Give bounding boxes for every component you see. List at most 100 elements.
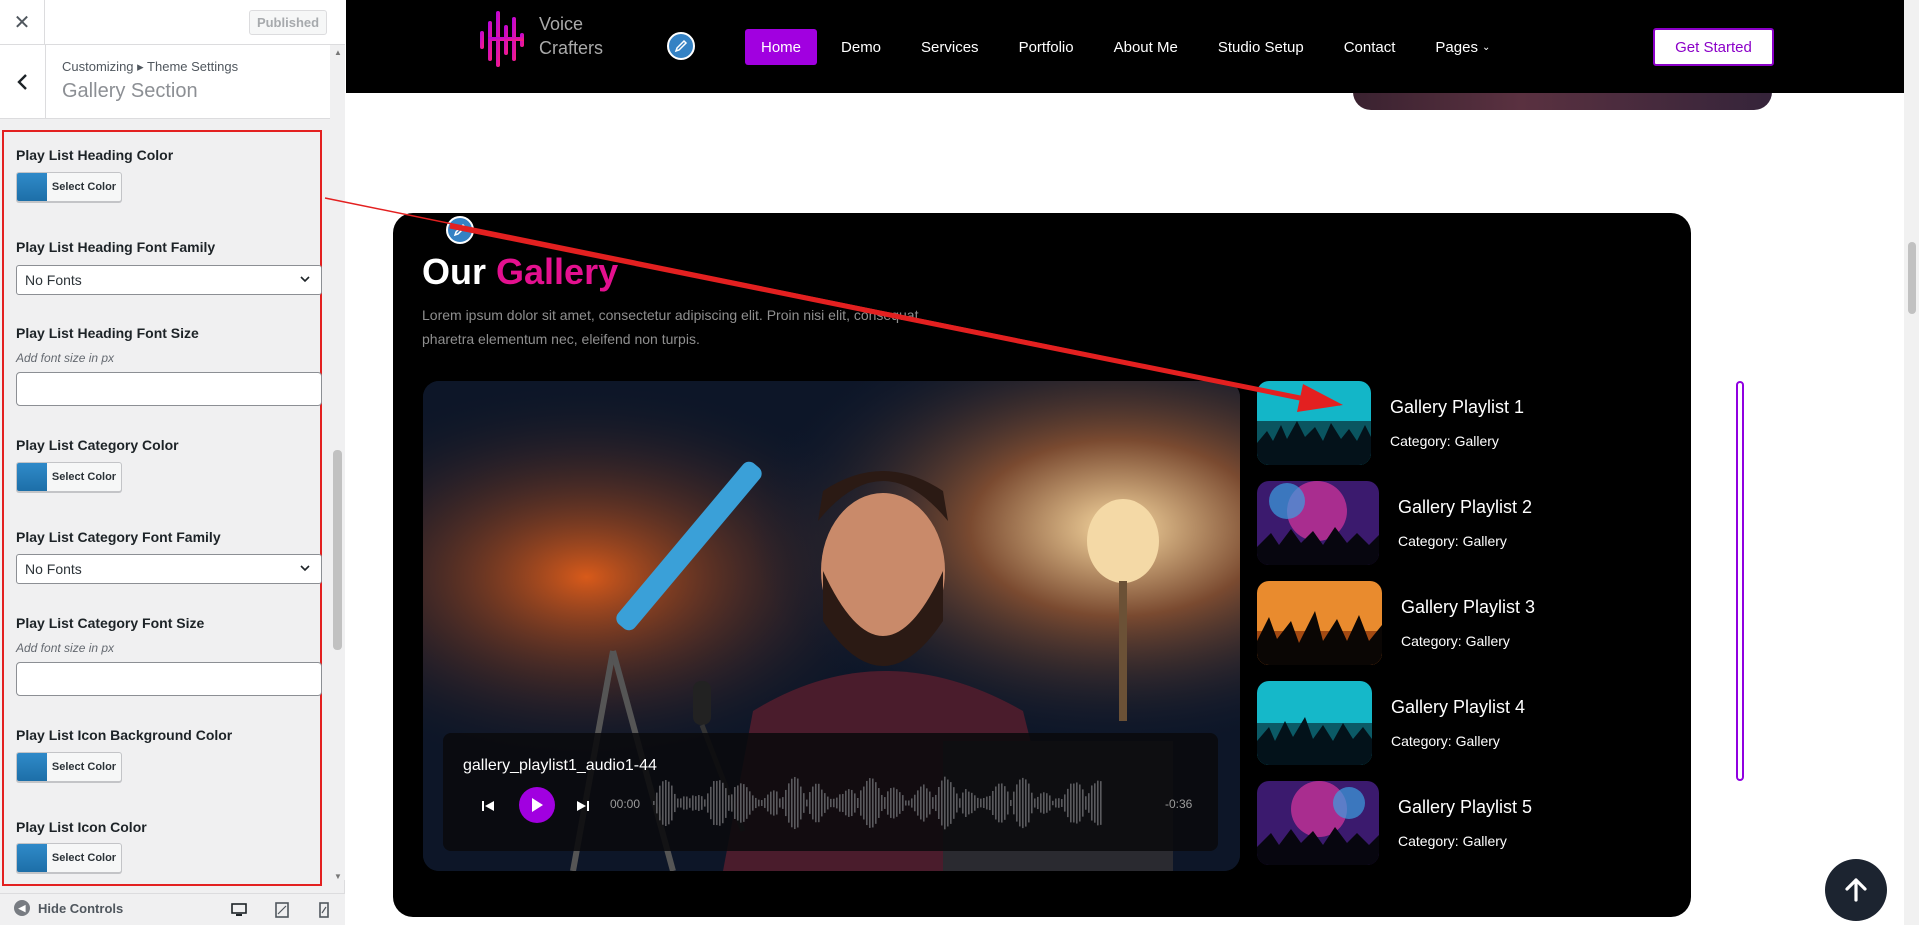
- playlist-category: Category: Gallery: [1390, 433, 1499, 449]
- waveform-bar: [806, 799, 808, 807]
- playlist-icon-color-picker[interactable]: Select Color: [16, 843, 122, 873]
- nav-pages[interactable]: Pages ⌄: [1419, 29, 1506, 65]
- waveform-bar: [671, 785, 673, 821]
- color-swatch: [17, 463, 47, 491]
- waveform-bar: [980, 798, 982, 808]
- nav-portfolio[interactable]: Portfolio: [1003, 29, 1090, 65]
- playlist-category-font-size-label: Play List Category Font Size: [16, 615, 205, 631]
- edit-shortcut-button[interactable]: [667, 32, 695, 60]
- gallery-section: Our Gallery Lorem ipsum dolor sit amet, …: [393, 213, 1691, 917]
- playlist-icon-bg-color-picker[interactable]: Select Color: [16, 752, 122, 782]
- playlist-thumbnail: [1257, 381, 1371, 465]
- playlist-item[interactable]: Gallery Playlist 2 Category: Gallery: [1257, 481, 1557, 565]
- playlist-item[interactable]: Gallery Playlist 5 Category: Gallery: [1257, 781, 1557, 865]
- pencil-icon: [453, 223, 467, 237]
- waveform-bar: [899, 792, 901, 814]
- hide-controls-label: Hide Controls: [38, 900, 124, 916]
- nav-services[interactable]: Services: [905, 29, 995, 65]
- skip-back-icon[interactable]: [481, 799, 495, 813]
- published-button[interactable]: Published: [249, 10, 327, 35]
- playlist-scrollbar-thumb[interactable]: [1736, 381, 1744, 781]
- arrow-left-circle-icon: ◀: [14, 900, 30, 916]
- playlist-category: Category: Gallery: [1401, 633, 1510, 649]
- waveform-bar: [689, 798, 691, 808]
- close-customizer-button[interactable]: ✕: [0, 0, 45, 45]
- waveform-bar: [905, 800, 907, 806]
- waveform-bar: [1043, 792, 1045, 814]
- desktop-preview-icon[interactable]: [231, 902, 247, 918]
- playlist-heading-font-family-select[interactable]: No Fonts: [16, 265, 322, 295]
- page-scrollbar[interactable]: [1904, 0, 1919, 925]
- panel-scrollbar-thumb[interactable]: [333, 450, 342, 650]
- back-button[interactable]: [0, 45, 46, 119]
- playlist-heading-font-size-input[interactable]: [16, 372, 322, 406]
- nav-about-me[interactable]: About Me: [1098, 29, 1194, 65]
- tablet-preview-icon[interactable]: [274, 902, 290, 918]
- waveform-bar: [971, 792, 973, 814]
- get-started-button[interactable]: Get Started: [1653, 28, 1774, 66]
- playlist-category-color-picker[interactable]: Select Color: [16, 462, 122, 492]
- waveform-bar: [713, 781, 715, 825]
- edit-shortcut-button[interactable]: [446, 216, 474, 244]
- audio-player: gallery_playlist1_audio1-44 00:00 -0:36: [443, 733, 1218, 851]
- waveform-bar: [857, 798, 859, 808]
- playlist-heading-font-family-label: Play List Heading Font Family: [16, 239, 216, 255]
- hide-controls-button[interactable]: ◀ Hide Controls: [14, 900, 123, 916]
- gallery-video[interactable]: gallery_playlist1_audio1-44 00:00 -0:36: [423, 381, 1240, 871]
- nav-home[interactable]: Home: [745, 29, 818, 65]
- waveform-bar: [995, 786, 997, 820]
- playlist-item[interactable]: Gallery Playlist 4 Category: Gallery: [1257, 681, 1557, 765]
- skip-forward-icon[interactable]: [576, 799, 590, 813]
- waveform-bar: [866, 780, 868, 826]
- mobile-preview-icon[interactable]: [316, 902, 332, 918]
- scroll-down-arrow-icon[interactable]: ▼: [334, 872, 342, 881]
- playlist-item[interactable]: Gallery Playlist 3 Category: Gallery: [1257, 581, 1557, 665]
- waveform-bar: [1004, 786, 1006, 820]
- playlist-category: Category: Gallery: [1391, 733, 1500, 749]
- playlist-title: Gallery Playlist 4: [1391, 697, 1526, 717]
- waveform-bar: [896, 789, 898, 817]
- playlist-item[interactable]: Gallery Playlist 1 Category: Gallery: [1257, 381, 1557, 465]
- chevron-down-icon: ⌄: [1481, 41, 1491, 53]
- playlist-category-font-family-label: Play List Category Font Family: [16, 529, 221, 545]
- waveform-bar: [1046, 793, 1048, 813]
- nav-label: Services: [921, 38, 979, 56]
- select-color-label: Select Color: [51, 761, 117, 773]
- waveform-bar: [1079, 784, 1081, 822]
- waveform[interactable]: [653, 773, 1113, 833]
- playlist-category-font-size-input[interactable]: [16, 662, 322, 696]
- playlist-icon-color-label: Play List Icon Color: [16, 819, 147, 835]
- playlist-category-font-family-select[interactable]: No Fonts: [16, 554, 322, 584]
- waveform-bar: [746, 787, 748, 819]
- waveform-bar: [902, 795, 904, 811]
- page-scrollbar-thumb[interactable]: [1908, 242, 1916, 314]
- waveform-bar: [1082, 789, 1084, 817]
- select-value: No Fonts: [25, 272, 82, 288]
- waveform-bar: [884, 797, 886, 809]
- nav-contact[interactable]: Contact: [1328, 29, 1412, 65]
- playlist-title: Gallery Playlist 3: [1401, 597, 1536, 617]
- waveform-bar: [1034, 798, 1036, 808]
- nav-demo[interactable]: Demo: [825, 29, 897, 65]
- waveform-bar: [1055, 798, 1057, 808]
- waveform-bar: [1052, 800, 1054, 806]
- waveform-bar: [869, 778, 871, 828]
- playlist-heading-color-label: Play List Heading Color: [16, 147, 174, 163]
- scroll-up-arrow-icon[interactable]: ▲: [334, 48, 342, 57]
- waveform-bar: [908, 800, 910, 806]
- play-button[interactable]: [519, 787, 555, 823]
- concert-image: [1257, 481, 1379, 565]
- nav-label: About Me: [1113, 38, 1178, 56]
- waveform-bar: [1094, 783, 1096, 823]
- playlist-heading-color-picker[interactable]: Select Color: [16, 172, 122, 202]
- waveform-bar: [653, 801, 655, 805]
- nav-studio-setup[interactable]: Studio Setup: [1202, 29, 1320, 65]
- playlist-category-color-label: Play List Category Color: [16, 437, 179, 453]
- waveform-bar: [1013, 791, 1015, 815]
- back-to-top-button[interactable]: [1825, 859, 1887, 921]
- waveform-bar: [839, 794, 841, 812]
- waveform-bar: [935, 794, 937, 812]
- waveform-bar: [950, 782, 952, 824]
- waveform-bar: [776, 791, 778, 815]
- waveform-bar: [794, 776, 796, 830]
